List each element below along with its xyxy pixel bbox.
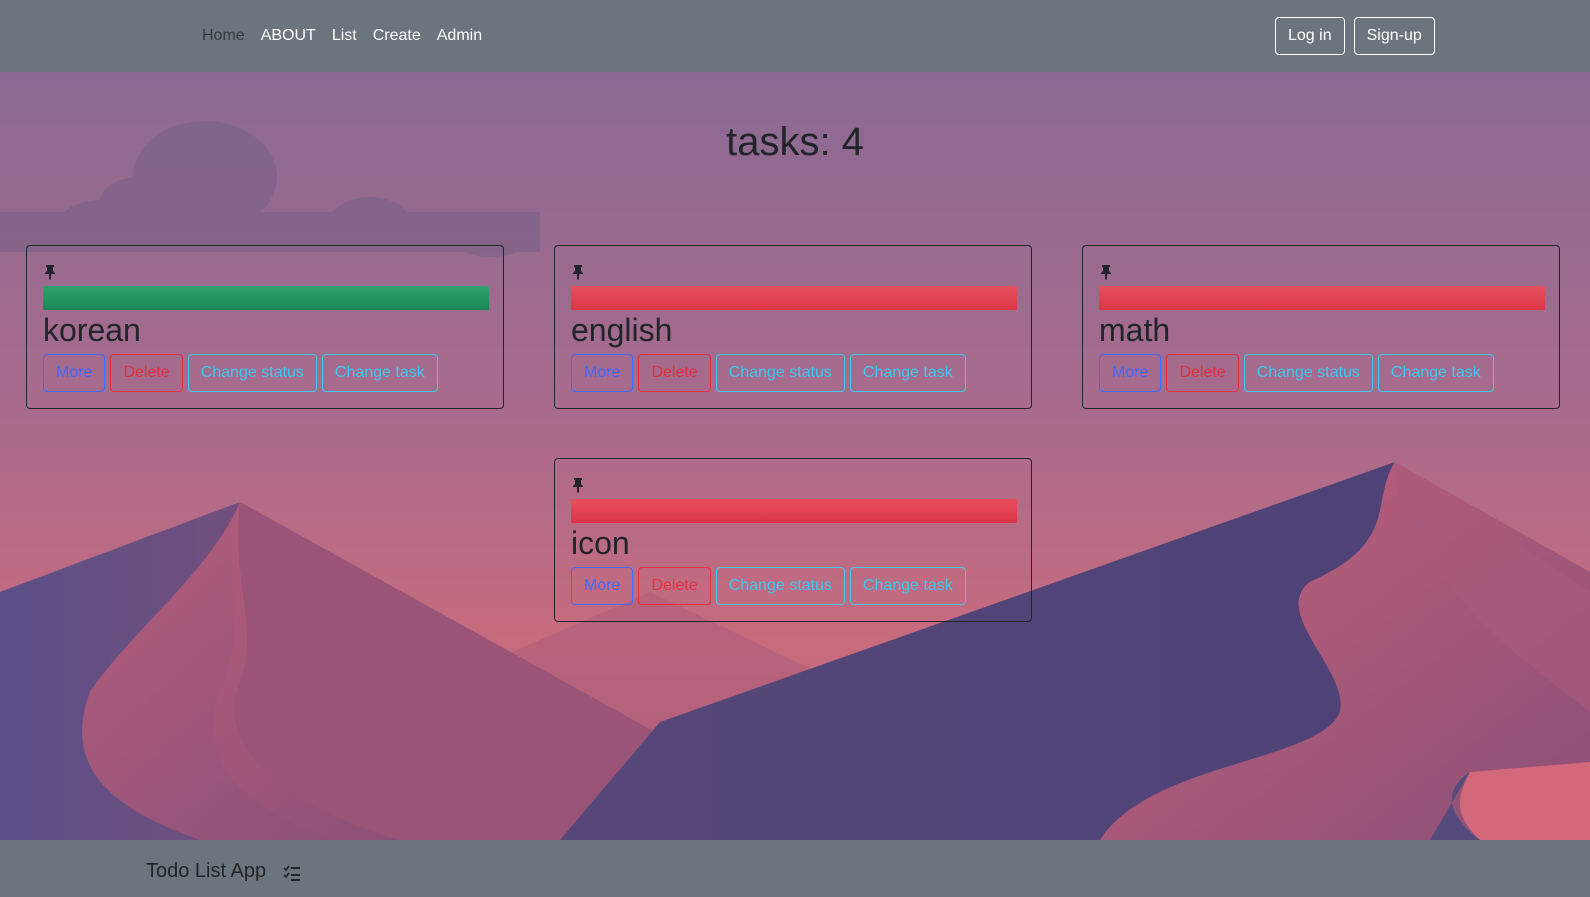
status-bar — [571, 286, 1017, 310]
signup-button[interactable]: Sign-up — [1353, 17, 1435, 55]
status-bar — [571, 499, 1017, 523]
status-bar — [1099, 286, 1545, 310]
more-button[interactable]: More — [43, 354, 106, 392]
change-task-button[interactable]: Change task — [849, 567, 966, 605]
task-name: icon — [571, 525, 630, 561]
pin-icon[interactable] — [1099, 264, 1113, 280]
task-actions: More Delete Change status Change task — [571, 567, 966, 605]
auth-buttons: Log in Sign-up — [1275, 17, 1435, 55]
nav-link-create[interactable]: Create — [365, 27, 429, 45]
change-status-button[interactable]: Change status — [715, 354, 845, 392]
footer: Todo List App — [0, 840, 1590, 897]
change-task-button[interactable]: Change task — [849, 354, 966, 392]
main-content: tasks: 4 korean More Delete Change statu… — [0, 72, 1590, 840]
delete-button[interactable]: Delete — [638, 567, 711, 605]
more-button[interactable]: More — [1099, 354, 1162, 392]
task-actions: More Delete Change status Change task — [43, 354, 438, 392]
change-task-button[interactable]: Change task — [1377, 354, 1494, 392]
checklist-icon — [283, 865, 300, 881]
task-name: math — [1099, 312, 1171, 348]
nav-link-home[interactable]: Home — [202, 27, 253, 45]
nav-links: Home ABOUT List Create Admin — [202, 0, 490, 72]
login-button[interactable]: Log in — [1275, 17, 1345, 55]
footer-brand: Todo List App — [146, 860, 267, 882]
more-button[interactable]: More — [571, 354, 634, 392]
task-card: icon More Delete Change status Change ta… — [554, 458, 1032, 622]
status-bar — [43, 286, 489, 310]
task-actions: More Delete Change status Change task — [571, 354, 966, 392]
delete-button[interactable]: Delete — [1166, 354, 1239, 392]
change-status-button[interactable]: Change status — [187, 354, 317, 392]
page-title: tasks: 4 — [726, 120, 864, 164]
nav-link-list[interactable]: List — [324, 27, 365, 45]
delete-button[interactable]: Delete — [110, 354, 183, 392]
task-name: english — [571, 312, 673, 348]
delete-button[interactable]: Delete — [638, 354, 711, 392]
more-button[interactable]: More — [571, 567, 634, 605]
task-card: korean More Delete Change status Change … — [26, 245, 504, 409]
change-task-button[interactable]: Change task — [321, 354, 438, 392]
task-card: english More Delete Change status Change… — [554, 245, 1032, 409]
task-actions: More Delete Change status Change task — [1099, 354, 1494, 392]
task-card: math More Delete Change status Change ta… — [1082, 245, 1560, 409]
pin-icon[interactable] — [43, 264, 57, 280]
change-status-button[interactable]: Change status — [715, 567, 845, 605]
pin-icon[interactable] — [571, 477, 585, 493]
task-name: korean — [43, 312, 141, 348]
pin-icon[interactable] — [571, 264, 585, 280]
nav-link-about[interactable]: ABOUT — [253, 27, 324, 45]
navbar: Home ABOUT List Create Admin Log in Sign… — [0, 0, 1590, 72]
desert-background — [0, 121, 1590, 840]
change-status-button[interactable]: Change status — [1243, 354, 1373, 392]
nav-link-admin[interactable]: Admin — [429, 27, 490, 45]
